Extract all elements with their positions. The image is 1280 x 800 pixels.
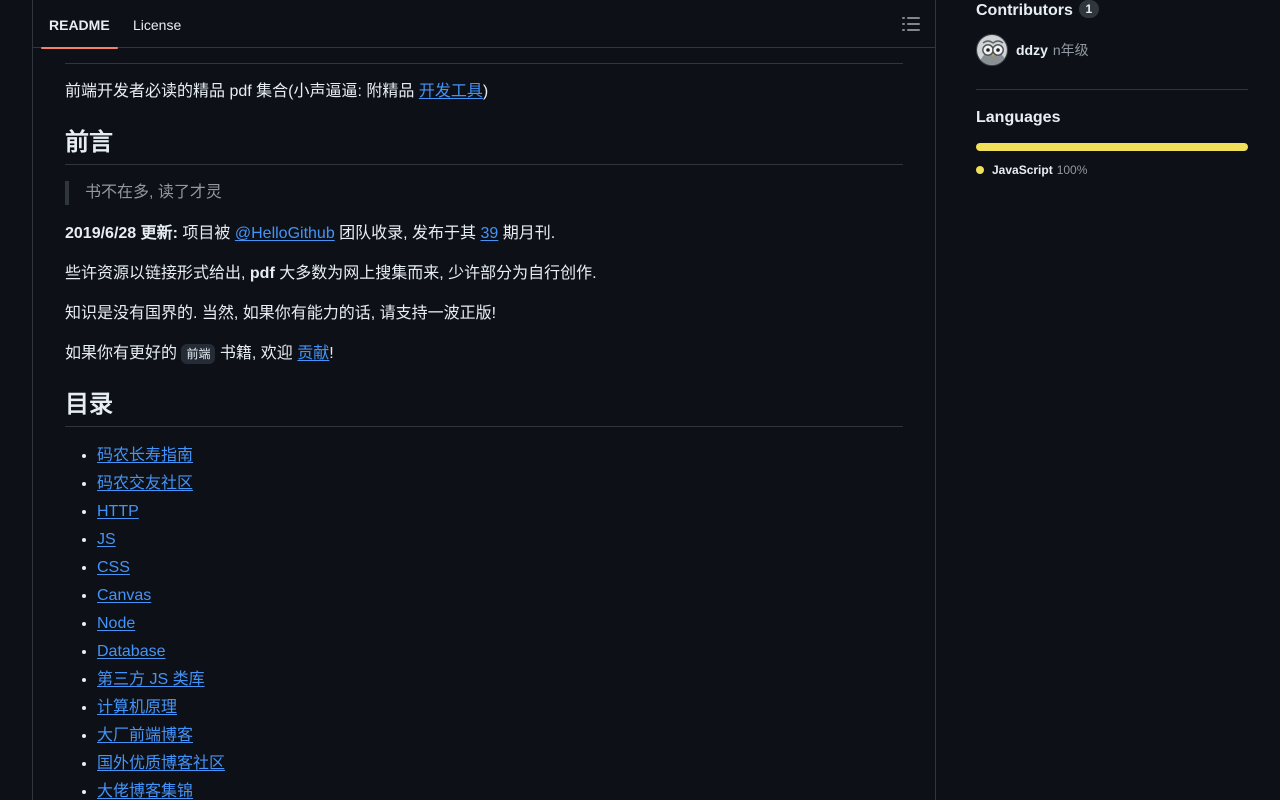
readme-tabbar: README License — [33, 0, 935, 49]
list-item: 码农交友社区 — [97, 472, 225, 500]
contribute-link[interactable]: 贡献 — [297, 345, 329, 362]
language-name: JavaScript — [992, 163, 1053, 177]
toc-list: 码农长寿指南 码农交友社区 HTTP JS CSS Canvas Node Da… — [65, 444, 225, 800]
update-date: 2019/6/28 更新: — [65, 225, 178, 242]
language-item-javascript[interactable]: JavaScript 100% — [976, 163, 1087, 177]
list-unordered-icon[interactable] — [901, 14, 921, 34]
toc-link[interactable]: 计算机原理 — [97, 699, 177, 716]
hellogithub-link[interactable]: @HelloGithub — [235, 225, 335, 242]
language-percent: 100% — [1056, 163, 1088, 177]
update-text-1: 项目被 — [177, 225, 235, 242]
resources-paragraph: 些许资源以链接形式给出, pdf 大多数为网上搜集而来, 少许部分为自行创作. — [65, 262, 597, 286]
toc-link[interactable]: 第三方 JS 类库 — [97, 671, 205, 688]
list-item: 码农长寿指南 — [97, 444, 225, 472]
contributor-item[interactable]: ddzy n年级 — [976, 33, 1089, 67]
toc-link[interactable]: Database — [97, 643, 166, 660]
toc-link[interactable]: 大厂前端博客 — [97, 727, 193, 744]
contribute-text-1: 如果你有更好的 — [65, 345, 182, 362]
owl-avatar-icon — [976, 34, 1008, 66]
list-item: JS — [97, 528, 225, 556]
contributors-heading[interactable]: Contributors 1 — [976, 0, 1099, 20]
intro-paragraph: 前端开发者必读的精品 pdf 集合(小声逼逼: 附精品 开发工具) — [65, 80, 488, 104]
update-paragraph: 2019/6/28 更新: 项目被 @HelloGithub 团队收录, 发布于… — [65, 222, 555, 246]
intro-text: 前端开发者必读的精品 pdf 集合(小声逼逼: 附精品 — [65, 83, 419, 100]
contributor-login: ddzy — [1016, 42, 1048, 58]
list-item: 大佬博客集锦 — [97, 780, 225, 800]
contributor-name: n年级 — [1052, 42, 1089, 58]
toc-link[interactable]: 码农交友社区 — [97, 475, 193, 492]
toc-link[interactable]: JS — [97, 531, 116, 548]
inline-code: 前端 — [181, 344, 216, 364]
knowledge-paragraph: 知识是没有国界的. 当然, 如果你有能力的话, 请支持一波正版! — [65, 305, 497, 322]
language-bar-fill-javascript — [976, 143, 1248, 151]
contribute-paragraph: 如果你有更好的 前端 书籍, 欢迎 贡献! — [65, 342, 334, 366]
list-item: Node — [97, 612, 225, 640]
contribute-text-3: ! — [329, 345, 334, 362]
list-item: 国外优质博客社区 — [97, 752, 225, 780]
resources-pdf: pdf — [249, 265, 275, 282]
intro-after: ) — [482, 83, 489, 100]
resources-text-2: 大多数为网上搜集而来, 少许部分为自行创作. — [274, 265, 597, 282]
toc-link[interactable]: 大佬博客集锦 — [97, 783, 193, 800]
toc-link[interactable]: Canvas — [97, 587, 151, 604]
resources-text-1: 些许资源以链接形式给出, — [65, 265, 250, 282]
list-item: Database — [97, 640, 225, 668]
issue-39-link[interactable]: 39 — [481, 225, 499, 242]
toc-link[interactable]: 国外优质博客社区 — [97, 755, 225, 772]
heading-toc: 目录 — [65, 390, 903, 427]
list-item: 计算机原理 — [97, 696, 225, 724]
contribute-text-2: 书籍, 欢迎 — [215, 345, 298, 362]
sidebar-divider — [976, 89, 1248, 90]
list-item: CSS — [97, 556, 225, 584]
languages-heading: Languages — [976, 109, 1061, 126]
language-color-dot — [976, 166, 984, 174]
list-item: HTTP — [97, 500, 225, 528]
contributors-count-badge: 1 — [1078, 0, 1099, 18]
tab-readme[interactable]: README — [41, 0, 118, 49]
toc-link[interactable]: CSS — [97, 559, 130, 576]
update-text-3: 期月刊. — [498, 225, 556, 242]
list-item: 大厂前端博客 — [97, 724, 225, 752]
list-item: Canvas — [97, 584, 225, 612]
heading-preface: 前言 — [65, 128, 903, 165]
dev-tools-link[interactable]: 开发工具 — [419, 83, 483, 100]
readme-panel: README License 前端开发者必读的精品 pdf 集合(小声逼逼: 附… — [32, 0, 936, 800]
tab-license[interactable]: License — [133, 0, 181, 48]
contributors-title: Contributors — [976, 2, 1073, 19]
toc-link[interactable]: 码农长寿指南 — [97, 447, 193, 464]
language-bar — [976, 143, 1248, 151]
list-item: 第三方 JS 类库 — [97, 668, 225, 696]
toc-link[interactable]: Node — [97, 615, 135, 632]
toc-link[interactable]: HTTP — [97, 503, 139, 520]
update-text-2: 团队收录, 发布于其 — [334, 225, 481, 242]
repo-sidebar: Contributors 1 ddzy n年级 Languages JavaScr… — [976, 0, 1248, 800]
blockquote: 书不在多, 读了才灵 — [65, 181, 222, 205]
